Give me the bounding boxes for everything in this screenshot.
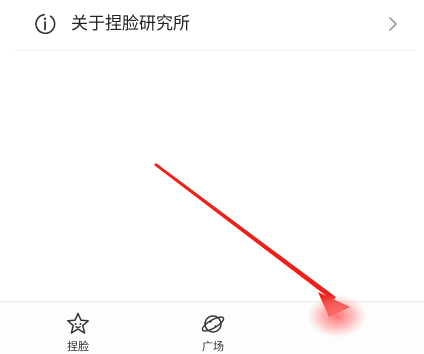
bottom-tab-bar: 捏脸 广场	[0, 301, 424, 353]
info-circle-icon	[33, 12, 57, 36]
star-face-icon	[65, 311, 91, 337]
planet-icon	[200, 311, 226, 337]
tab-face[interactable]: 捏脸	[43, 302, 113, 354]
about-item-label: 关于捏脸研究所	[71, 14, 190, 34]
tab-face-label: 捏脸	[67, 340, 89, 353]
about-settings-item[interactable]: 关于捏脸研究所	[0, 0, 424, 50]
tab-square[interactable]: 广场	[178, 302, 248, 354]
content-area	[0, 51, 424, 301]
chevron-right-icon	[386, 14, 400, 34]
tab-square-label: 广场	[202, 340, 224, 353]
